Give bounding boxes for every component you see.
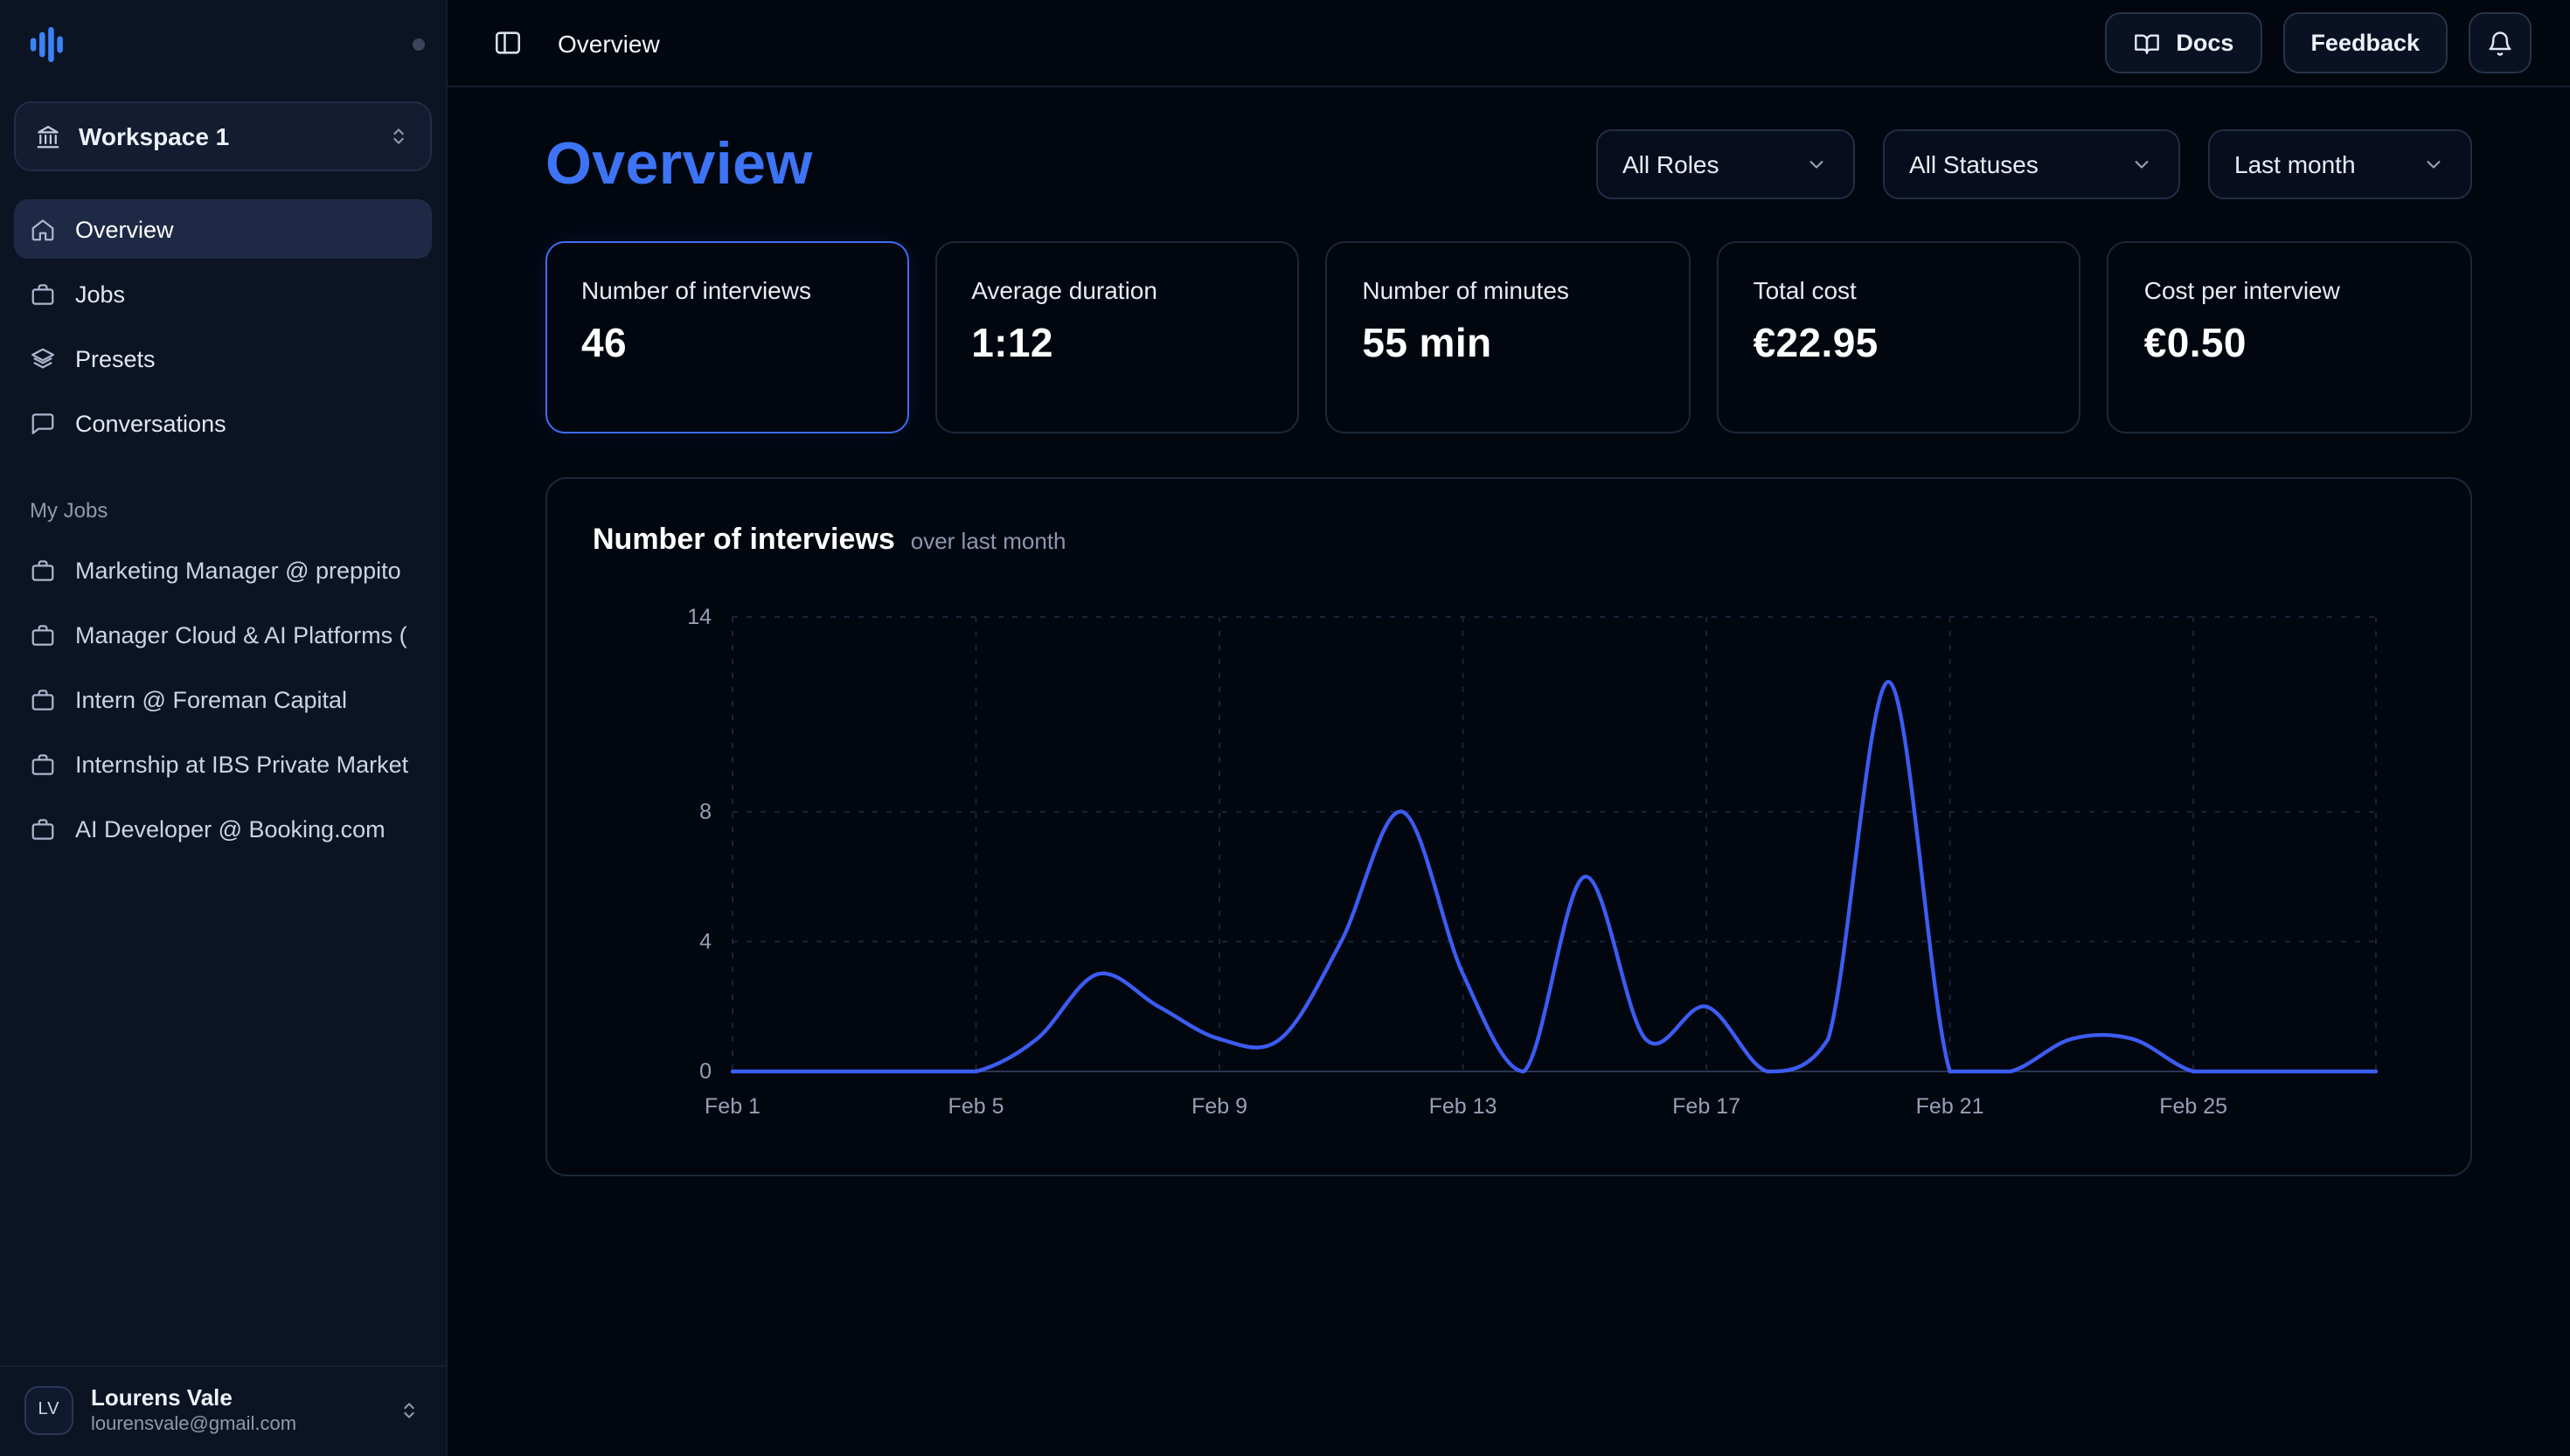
user-name: Lourens Vale xyxy=(91,1384,379,1411)
sidebar-nav: Overview Jobs Presets Conversations xyxy=(14,199,432,453)
feedback-button[interactable]: Feedback xyxy=(2282,12,2448,73)
my-jobs-list: Marketing Manager @ preppito Manager Clo… xyxy=(14,540,432,858)
stat-card-number-of-minutes[interactable]: Number of minutes 55 min xyxy=(1325,241,1690,433)
interviews-chart-card: Number of interviews over last month 0 4 8… xyxy=(545,477,2472,1176)
briefcase-icon xyxy=(30,557,56,583)
role-filter-select[interactable]: All Roles xyxy=(1596,129,1855,199)
svg-text:Feb 13: Feb 13 xyxy=(1429,1094,1497,1119)
chart-subtitle: over last month xyxy=(911,528,1066,554)
user-email: lourensvale@gmail.com xyxy=(91,1414,379,1435)
stat-card-cost-per-interview[interactable]: Cost per interview €0.50 xyxy=(2108,241,2472,433)
app-logo-icon[interactable] xyxy=(28,24,68,64)
stat-card-average-duration[interactable]: Average duration 1:12 xyxy=(934,241,1299,433)
briefcase-icon xyxy=(30,281,56,307)
sidebar-item-conversations[interactable]: Conversations xyxy=(14,393,432,453)
docs-button[interactable]: Docs xyxy=(2104,12,2261,73)
app-root: Workspace 1 Overview Jobs xyxy=(0,0,2570,1456)
bell-icon xyxy=(2486,29,2514,57)
panel-left-icon xyxy=(493,28,523,58)
chevron-down-icon xyxy=(2129,152,2154,177)
svg-text:0: 0 xyxy=(699,1059,712,1084)
content: Overview All Roles All Statuses Last mon… xyxy=(448,87,2570,1456)
topbar: Overview Docs Feedback xyxy=(448,0,2570,87)
building-icon xyxy=(35,123,61,149)
topbar-actions: Docs Feedback xyxy=(2104,12,2532,73)
sidebar-job-item[interactable]: Manager Cloud & AI Platforms ( xyxy=(14,605,432,664)
chevron-down-icon xyxy=(2421,152,2446,177)
filters: All Roles All Statuses Last month xyxy=(1596,129,2472,199)
sidebar-toggle-button[interactable] xyxy=(490,24,526,61)
stat-cards: Number of interviews 46 Average duration… xyxy=(545,241,2472,433)
svg-text:Feb 5: Feb 5 xyxy=(948,1094,1004,1119)
breadcrumb: Overview xyxy=(558,29,660,57)
date-range-select[interactable]: Last month xyxy=(2208,129,2472,199)
svg-text:Feb 25: Feb 25 xyxy=(2159,1094,2227,1119)
briefcase-icon xyxy=(30,751,56,777)
page-header: Overview All Roles All Statuses Last mon… xyxy=(545,129,2472,199)
sidebar-job-item[interactable]: Intern @ Foreman Capital xyxy=(14,669,432,729)
my-jobs-section-label: My Jobs xyxy=(14,498,432,523)
home-icon xyxy=(30,216,56,242)
sidebar-item-presets[interactable]: Presets xyxy=(14,329,432,388)
svg-text:Feb 9: Feb 9 xyxy=(1191,1094,1247,1119)
chevrons-up-down-icon xyxy=(397,1397,421,1422)
book-icon xyxy=(2132,29,2160,57)
svg-text:Feb 1: Feb 1 xyxy=(705,1094,761,1119)
layers-icon xyxy=(30,345,56,371)
stat-card-total-cost[interactable]: Total cost €22.95 xyxy=(1717,241,2081,433)
chat-icon xyxy=(30,410,56,436)
sidebar-header xyxy=(14,0,432,87)
main-column: Overview Docs Feedback xyxy=(448,0,2570,1456)
chevrons-up-down-icon xyxy=(386,124,411,149)
briefcase-icon xyxy=(30,815,56,842)
sidebar: Workspace 1 Overview Jobs xyxy=(0,0,448,1456)
chart-title: Number of interviews xyxy=(593,523,895,558)
svg-text:Feb 17: Feb 17 xyxy=(1672,1094,1740,1119)
svg-text:14: 14 xyxy=(687,605,712,629)
stat-card-number-of-interviews[interactable]: Number of interviews 46 xyxy=(545,241,908,433)
briefcase-icon xyxy=(30,686,56,712)
interviews-line-chart: 0 4 8 14 Feb 1 Feb 5 Feb 9 Feb 13 Feb 17 Feb 21 Fe… xyxy=(593,586,2428,1131)
sidebar-job-item[interactable]: Marketing Manager @ preppito xyxy=(14,540,432,600)
sidebar-item-jobs[interactable]: Jobs xyxy=(14,264,432,323)
svg-text:8: 8 xyxy=(699,800,712,824)
sidebar-job-item[interactable]: Internship at IBS Private Market xyxy=(14,734,432,794)
workspace-selector[interactable]: Workspace 1 xyxy=(14,101,432,171)
avatar: LV xyxy=(24,1385,73,1434)
sidebar-resize-dot[interactable] xyxy=(413,38,425,51)
sidebar-job-item[interactable]: AI Developer @ Booking.com xyxy=(14,799,432,858)
user-meta: Lourens Vale lourensvale@gmail.com xyxy=(91,1384,379,1435)
svg-text:Feb 21: Feb 21 xyxy=(1916,1094,1984,1119)
workspace-name: Workspace 1 xyxy=(79,122,369,150)
notifications-button[interactable] xyxy=(2469,12,2532,73)
briefcase-icon xyxy=(30,621,56,648)
chart-header: Number of interviews over last month xyxy=(593,523,2425,558)
svg-text:4: 4 xyxy=(699,929,712,953)
user-menu[interactable]: LV Lourens Vale lourensvale@gmail.com xyxy=(0,1365,446,1456)
page-title: Overview xyxy=(545,130,813,198)
status-filter-select[interactable]: All Statuses xyxy=(1883,129,2180,199)
chevron-down-icon xyxy=(1804,152,1829,177)
sidebar-item-overview[interactable]: Overview xyxy=(14,199,432,259)
